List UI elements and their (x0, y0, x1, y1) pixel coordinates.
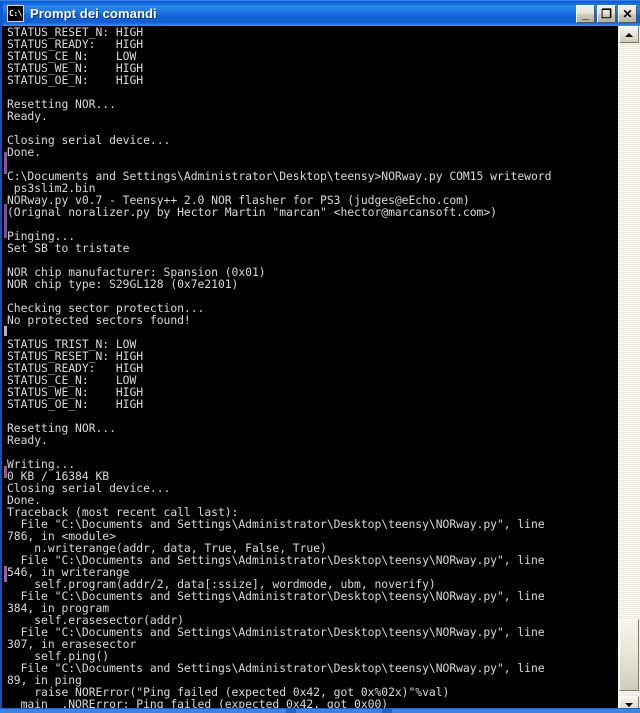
console-line: Closing serial device... (7, 481, 171, 495)
console-line: Done. (7, 145, 42, 159)
vertical-scrollbar[interactable] (617, 26, 640, 713)
restore-button[interactable]: ❐ (597, 4, 616, 23)
console-line: STATUS_OE_N: HIGH (7, 73, 144, 87)
minimize-icon: _ (581, 5, 590, 21)
console-line: Resetting NOR... (7, 421, 116, 435)
titlebar-left-padding (0, 1, 3, 26)
console-line: Ready. (7, 109, 48, 123)
console-line: C:\Documents and Settings\Administrator\… (7, 169, 552, 183)
scroll-up-arrow-icon (625, 32, 633, 37)
console-line: Ready. (7, 433, 48, 447)
window-title: Prompt dei comandi (30, 6, 157, 21)
minimize-button[interactable]: _ (576, 4, 595, 23)
console-line: Set SB to tristate (7, 241, 130, 255)
console-line: No protected sectors found! (7, 313, 191, 327)
console-line: File "C:\Documents and Settings\Administ… (7, 661, 545, 675)
command-prompt-icon[interactable]: C:\ (7, 5, 24, 22)
window-controls: _ ❐ ✕ (576, 4, 637, 23)
console-line: Closing serial device... (7, 133, 171, 147)
scrollbar-thumb[interactable] (619, 619, 639, 691)
scrollbar-track[interactable] (619, 44, 639, 695)
taskbar-segment[interactable] (392, 709, 640, 713)
taskbar-segment[interactable] (296, 709, 382, 713)
scroll-up-button[interactable] (619, 26, 639, 43)
console-line: NOR chip type: S29GL128 (0x7e2101) (7, 277, 239, 291)
close-button[interactable]: ✕ (618, 4, 637, 23)
close-icon: ✕ (622, 6, 633, 21)
command-prompt-window: C:\ Prompt dei comandi _ ❐ ✕ STATUS_RESE… (0, 0, 640, 713)
windows-taskbar[interactable] (0, 708, 640, 713)
console-line: Resetting NOR... (7, 97, 116, 111)
window-titlebar[interactable]: C:\ Prompt dei comandi _ ❐ ✕ (0, 0, 640, 26)
window-left-border (0, 26, 7, 713)
taskbar-segment[interactable] (0, 709, 286, 713)
restore-icon: ❐ (601, 6, 612, 21)
console-line: (Orignal noralizer.py by Hector Martin "… (7, 205, 497, 219)
command-prompt-icon-glyph: C:\ (9, 9, 22, 18)
console-output[interactable]: STATUS_RESET_N: HIGH STATUS_READY: HIGH ST… (7, 26, 617, 713)
console-line: STATUS_OE_N: HIGH (7, 397, 144, 411)
window-client-area: STATUS_RESET_N: HIGH STATUS_READY: HIGH ST… (0, 26, 640, 713)
scroll-down-arrow-icon (625, 702, 633, 707)
